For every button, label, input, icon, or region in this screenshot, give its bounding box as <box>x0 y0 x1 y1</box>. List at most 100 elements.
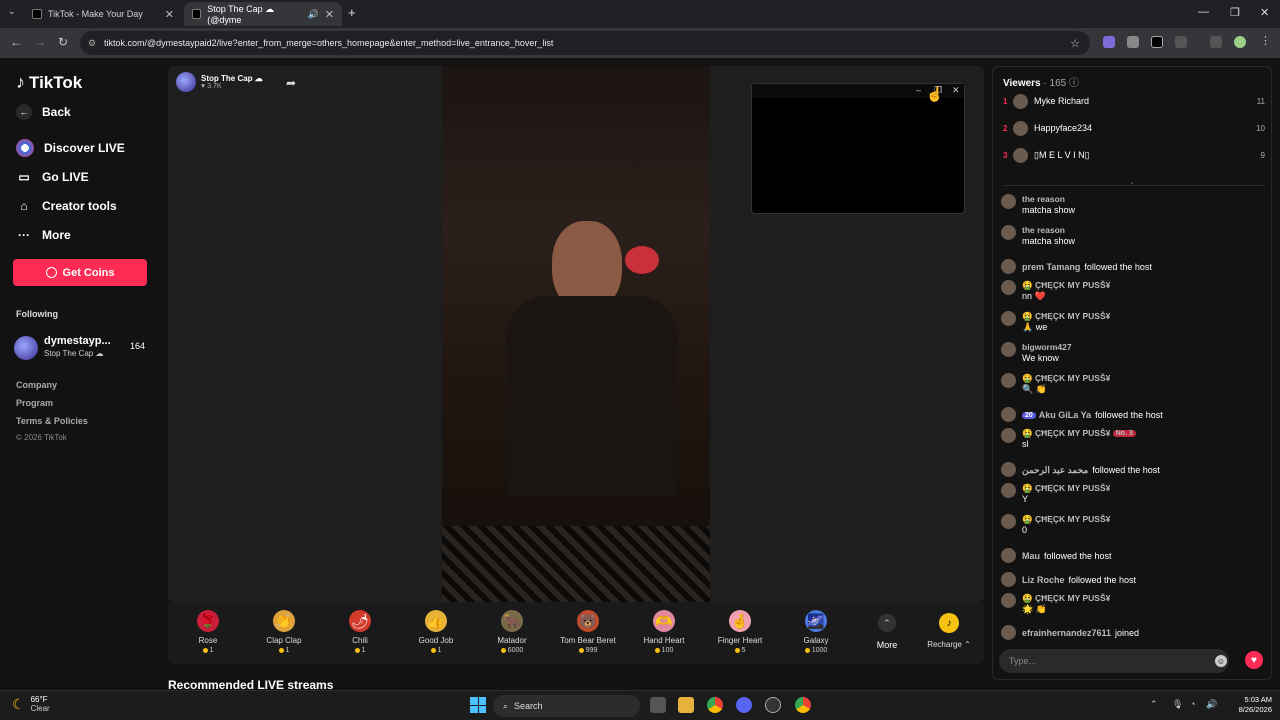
following-account[interactable]: dymestayp... Stop The Cap ☁ 164 <box>14 335 149 360</box>
chat-username[interactable]: 🤮 ÇĦĘÇK MY PUSŠ¥ <box>1022 428 1110 438</box>
user-avatar[interactable] <box>1001 625 1016 640</box>
footer-link-terms[interactable]: Terms & Policies <box>16 416 88 426</box>
gift-item[interactable]: 🫶 Hand Heart 100 <box>629 610 699 654</box>
chat-username[interactable]: 🤮 ÇĦĘÇK MY PUSŠ¥ <box>1022 373 1110 383</box>
gift-more-button[interactable]: ⌃ More <box>852 610 922 650</box>
share-icon[interactable]: ➦ <box>286 76 296 90</box>
tray-chevron-icon[interactable]: ⌃ <box>1150 699 1158 710</box>
gift-item[interactable]: 🐂 Matador 6000 <box>477 610 547 654</box>
chrome-icon[interactable] <box>707 697 723 713</box>
weather-widget[interactable]: ☾ 66°F Clear <box>12 695 50 713</box>
nav-more[interactable]: ··· More <box>16 227 71 243</box>
restore-icon[interactable]: ❐ <box>1230 6 1240 19</box>
user-avatar[interactable] <box>1001 373 1016 388</box>
user-avatar[interactable] <box>1001 259 1016 274</box>
extension-icon[interactable] <box>1103 36 1115 48</box>
chat-username[interactable]: 🤮 ÇĦĘÇK MY PUSŠ¥ <box>1022 280 1110 290</box>
chat-username[interactable]: محمد عبد الرحمن <box>1022 465 1088 475</box>
chat-username[interactable]: bigworm427 <box>1022 342 1072 352</box>
user-avatar[interactable] <box>1001 514 1016 529</box>
wifi-icon[interactable]: ◔ <box>1190 699 1195 709</box>
chat-username[interactable]: prem Tamang <box>1022 262 1080 272</box>
media-controls-icon[interactable] <box>1210 36 1222 48</box>
extension-icon[interactable] <box>1151 36 1163 48</box>
gift-item[interactable]: 🌶 Chili 1 <box>325 610 395 654</box>
chat-username[interactable]: 🤮 ÇĦĘÇK MY PUSŠ¥ <box>1022 514 1110 524</box>
discord-icon[interactable] <box>736 697 752 713</box>
tab-search-icon[interactable]: ⌄ <box>8 6 16 17</box>
chat-username[interactable]: efrainhernandez7611 <box>1022 628 1111 638</box>
user-avatar[interactable] <box>1001 342 1016 357</box>
tiktok-logo[interactable]: ♪ TikTok <box>16 72 82 93</box>
volume-icon[interactable]: 🔊 <box>1206 699 1217 710</box>
audio-playing-icon[interactable]: 🔊 <box>308 9 319 20</box>
chat-input[interactable]: Type... <box>999 649 1229 673</box>
close-tab-icon[interactable]: ✕ <box>325 8 334 21</box>
heart-icon[interactable]: ♥ <box>1245 651 1263 669</box>
chat-username[interactable]: 🤮 ÇĦĘÇK MY PUSŠ¥ <box>1022 483 1110 493</box>
app-icon[interactable] <box>765 697 781 713</box>
chat-username[interactable]: the reason <box>1022 194 1065 204</box>
nav-discover-live[interactable]: Discover LIVE <box>16 139 125 157</box>
gift-item[interactable]: 🐻 Tom Bear Beret 999 <box>553 610 623 654</box>
footer-link-company[interactable]: Company <box>16 380 57 390</box>
user-avatar[interactable] <box>1001 548 1016 563</box>
chat-username[interactable]: the reason <box>1022 225 1065 235</box>
info-icon[interactable]: ⓘ <box>1069 78 1079 89</box>
chat-username[interactable]: Mau <box>1022 551 1040 561</box>
address-bar[interactable]: ⚙ tiktok.com/@dymestaypaid2/live?enter_f… <box>80 31 1090 55</box>
user-avatar[interactable] <box>1001 311 1016 326</box>
nav-go-live[interactable]: ▭ Go LIVE <box>16 169 88 185</box>
user-avatar[interactable] <box>1001 194 1016 209</box>
user-avatar[interactable] <box>1001 483 1016 498</box>
top-viewer-row[interactable]: 2 Happyface234 10 <box>1003 119 1265 137</box>
close-tab-icon[interactable]: ✕ <box>165 8 174 21</box>
live-video[interactable] <box>442 66 710 602</box>
chrome-icon[interactable] <box>795 697 811 713</box>
gift-item[interactable]: 👏 Clap Clap 1 <box>249 610 319 654</box>
chat-username[interactable]: 🤮 ÇĦĘÇK MY PUSŠ¥ <box>1022 311 1110 321</box>
reload-icon[interactable]: ↻ <box>58 35 68 49</box>
bookmark-star-icon[interactable]: ☆ <box>1070 37 1080 50</box>
top-viewer-row[interactable]: 1 Myke Richard 11 <box>1003 92 1265 110</box>
user-avatar[interactable] <box>1001 280 1016 295</box>
file-explorer-icon[interactable] <box>678 697 694 713</box>
get-coins-button[interactable]: Get Coins <box>13 259 147 286</box>
back-arrow-icon[interactable]: ← <box>10 35 22 49</box>
new-tab-icon[interactable]: + <box>348 5 356 20</box>
back-link[interactable]: ← Back <box>16 104 71 120</box>
extension-icon[interactable] <box>1127 36 1139 48</box>
task-view-icon[interactable] <box>650 697 666 713</box>
close-window-icon[interactable]: ✕ <box>1260 6 1269 19</box>
recharge-button[interactable]: ♪ Recharge ⌃ <box>914 610 984 649</box>
taskbar-search[interactable]: ⌕ Search <box>493 695 640 717</box>
chat-username[interactable]: Aku GiLa Ya <box>1039 410 1091 420</box>
browser-tab-1[interactable]: TikTok - Make Your Day ✕ <box>24 2 182 26</box>
gift-item[interactable]: 👍 Good Job 1 <box>401 610 471 654</box>
user-avatar[interactable] <box>1001 572 1016 587</box>
user-avatar[interactable] <box>1001 225 1016 240</box>
user-avatar[interactable] <box>1001 407 1016 422</box>
minimize-icon[interactable]: – <box>916 85 921 95</box>
emoji-icon[interactable]: ☺ <box>1215 655 1227 667</box>
puzzle-extensions-icon[interactable] <box>1175 36 1187 48</box>
microphone-icon[interactable]: 🎙 <box>1172 699 1183 710</box>
gift-item[interactable]: 🌹 Rose 1 <box>173 610 243 654</box>
user-avatar[interactable] <box>1001 428 1016 443</box>
chat-username[interactable]: Liz Roche <box>1022 575 1065 585</box>
nav-creator-tools[interactable]: ⌂ Creator tools <box>16 198 116 214</box>
browser-tab-2[interactable]: Stop The Cap ☁ (@dyme 🔊 ✕ <box>184 2 342 26</box>
close-icon[interactable]: ✕ <box>952 85 960 96</box>
host-info[interactable]: Stop The Cap ☁ ♥ 3.7K <box>176 72 263 92</box>
site-info-icon[interactable]: ⚙ <box>88 38 96 49</box>
chat-username[interactable]: 🤮 ÇĦĘÇK MY PUSŠ¥ <box>1022 593 1110 603</box>
user-avatar[interactable] <box>1001 593 1016 608</box>
menu-kebab-icon[interactable]: ⋮ <box>1260 34 1271 47</box>
top-viewer-row[interactable]: 3 ▯M E L V I N▯ 9 <box>1003 146 1265 164</box>
gift-item[interactable]: 🤞 Finger Heart 5 <box>705 610 775 654</box>
minimize-icon[interactable]: — <box>1198 6 1209 18</box>
footer-link-program[interactable]: Program <box>16 398 53 408</box>
windows-start-icon[interactable] <box>470 697 486 713</box>
gift-item[interactable]: 🌌 Galaxy 1000 <box>781 610 851 654</box>
user-avatar[interactable] <box>1001 462 1016 477</box>
